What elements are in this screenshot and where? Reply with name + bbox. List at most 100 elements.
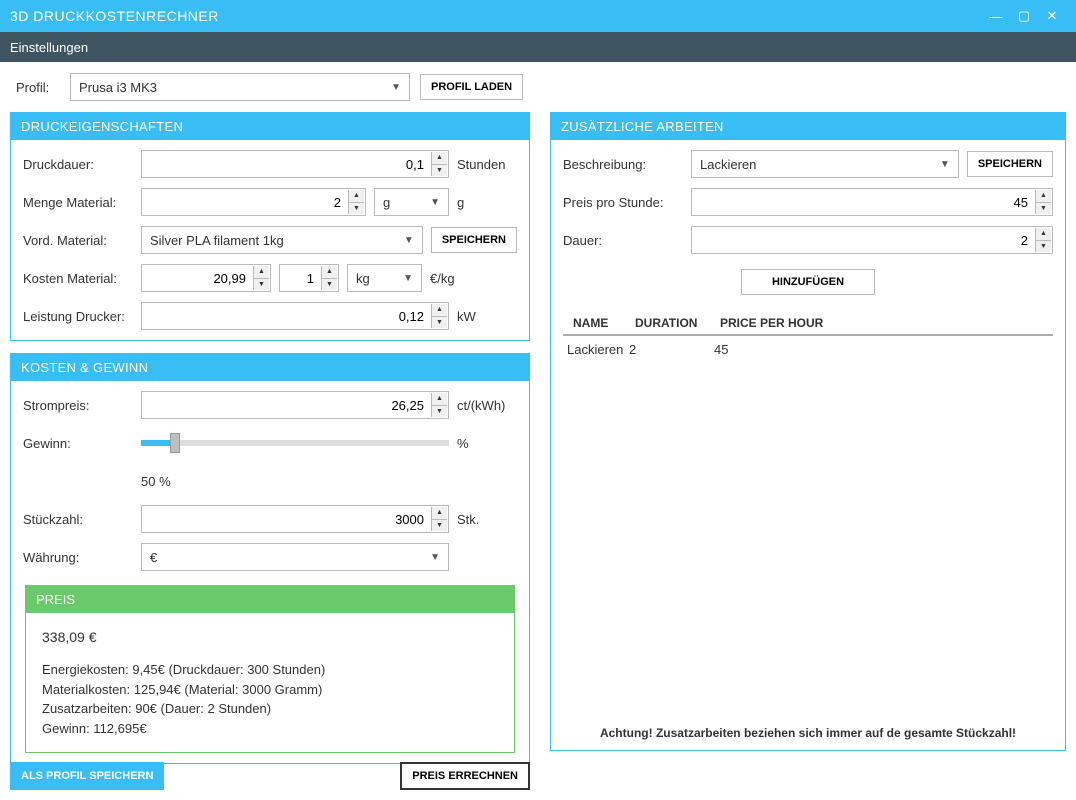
profile-select[interactable]: Prusa i3 MK3 ▼ bbox=[70, 73, 410, 101]
load-profile-button[interactable]: PROFIL LADEN bbox=[420, 74, 523, 100]
druckdauer-input[interactable]: ▲▼ bbox=[141, 150, 449, 178]
spin-down-icon[interactable]: ▼ bbox=[432, 165, 447, 177]
profile-select-value: Prusa i3 MK3 bbox=[79, 80, 157, 95]
preis-stunde-label: Preis pro Stunde: bbox=[563, 195, 683, 210]
chevron-down-icon: ▼ bbox=[404, 235, 414, 246]
price-card: PREIS 338,09 € Energiekosten: 9,45€ (Dru… bbox=[25, 585, 515, 753]
kosten-value-input[interactable]: ▲▼ bbox=[141, 264, 271, 292]
extra-table: NAME DURATION PRICE PER HOUR Lackieren 2… bbox=[563, 310, 1053, 716]
chevron-down-icon: ▼ bbox=[430, 197, 440, 208]
th-price-per-hour: PRICE PER HOUR bbox=[720, 316, 830, 330]
dauer-input[interactable]: ▲▼ bbox=[691, 226, 1053, 254]
panel-title: DRUCKEIGENSCHAFTEN bbox=[11, 113, 529, 140]
gewinn-slider[interactable] bbox=[141, 440, 449, 446]
menge-label: Menge Material: bbox=[23, 195, 133, 210]
panel-title: KOSTEN & GEWINN bbox=[11, 354, 529, 381]
spin-up-icon[interactable]: ▲ bbox=[432, 393, 447, 406]
menge-input[interactable]: ▲▼ bbox=[141, 188, 366, 216]
save-as-profile-button[interactable]: ALS PROFIL SPEICHERN bbox=[10, 762, 164, 790]
vord-material-select[interactable]: Silver PLA filament 1kg ▼ bbox=[141, 226, 423, 254]
spin-down-icon[interactable]: ▼ bbox=[254, 279, 269, 291]
strompreis-unit: ct/(kWh) bbox=[457, 398, 517, 413]
stueckzahl-unit: Stk. bbox=[457, 512, 517, 527]
warning-text: Achtung! Zusatzarbeiten beziehen sich im… bbox=[551, 716, 1065, 750]
price-line-material: Materialkosten: 125,94€ (Material: 3000 … bbox=[42, 680, 498, 700]
spin-down-icon[interactable]: ▼ bbox=[1036, 241, 1051, 253]
druckdauer-label: Druckdauer: bbox=[23, 157, 133, 172]
spin-down-icon[interactable]: ▼ bbox=[432, 406, 447, 418]
strompreis-input[interactable]: ▲▼ bbox=[141, 391, 449, 419]
panel-zusaetzliche-arbeiten: ZUSÄTZLICHE ARBEITEN Beschreibung: Lacki… bbox=[550, 112, 1066, 751]
chevron-down-icon: ▼ bbox=[430, 552, 440, 563]
maximize-button[interactable]: ▢ bbox=[1010, 2, 1038, 30]
chevron-down-icon: ▼ bbox=[403, 273, 413, 284]
beschreibung-label: Beschreibung: bbox=[563, 157, 683, 172]
spin-up-icon[interactable]: ▲ bbox=[1036, 228, 1051, 241]
spin-down-icon[interactable]: ▼ bbox=[432, 317, 447, 329]
cell-duration: 2 bbox=[629, 342, 714, 357]
minimize-button[interactable]: ― bbox=[982, 2, 1010, 30]
kosten-amount-input[interactable]: ▲▼ bbox=[279, 264, 339, 292]
calculate-price-button[interactable]: PREIS ERRECHNEN bbox=[400, 762, 530, 790]
spin-up-icon[interactable]: ▲ bbox=[1036, 190, 1051, 203]
gewinn-percent-text: 50 % bbox=[141, 474, 171, 489]
price-total: 338,09 € bbox=[42, 627, 498, 648]
chevron-down-icon: ▼ bbox=[391, 82, 401, 93]
menge-unit-select[interactable]: g ▼ bbox=[374, 188, 449, 216]
spin-down-icon[interactable]: ▼ bbox=[1036, 203, 1051, 215]
profile-row: Profil: Prusa i3 MK3 ▼ PROFIL LADEN bbox=[0, 62, 1076, 102]
leistung-label: Leistung Drucker: bbox=[23, 309, 133, 324]
kosten-unit: €/kg bbox=[430, 271, 490, 286]
kosten-unit-select[interactable]: kg ▼ bbox=[347, 264, 422, 292]
close-button[interactable]: ✕ bbox=[1038, 2, 1066, 30]
panel-kosten-gewinn: KOSTEN & GEWINN Strompreis: ▲▼ ct/(kWh) … bbox=[10, 353, 530, 764]
spin-up-icon[interactable]: ▲ bbox=[349, 190, 364, 203]
druckdauer-value[interactable] bbox=[142, 151, 430, 177]
price-line-gewinn: Gewinn: 112,695€ bbox=[42, 719, 498, 739]
menu-einstellungen[interactable]: Einstellungen bbox=[10, 40, 88, 55]
spin-up-icon[interactable]: ▲ bbox=[432, 507, 447, 520]
save-extra-button[interactable]: SPEICHERN bbox=[967, 151, 1053, 177]
price-line-energie: Energiekosten: 9,45€ (Druckdauer: 300 St… bbox=[42, 660, 498, 680]
gewinn-label: Gewinn: bbox=[23, 436, 133, 451]
add-extra-button[interactable]: HINZUFÜGEN bbox=[741, 269, 875, 295]
window-title: 3D DRUCKKOSTENRECHNER bbox=[10, 8, 982, 24]
table-row[interactable]: Lackieren 2 45 bbox=[563, 336, 1053, 361]
stueckzahl-input[interactable]: ▲▼ bbox=[141, 505, 449, 533]
stueckzahl-value[interactable] bbox=[142, 506, 430, 532]
leistung-input[interactable]: ▲▼ bbox=[141, 302, 449, 330]
spin-down-icon[interactable]: ▼ bbox=[349, 203, 364, 215]
vord-material-label: Vord. Material: bbox=[23, 233, 133, 248]
stueckzahl-label: Stückzahl: bbox=[23, 512, 133, 527]
leistung-unit: kW bbox=[457, 309, 517, 324]
spin-up-icon[interactable]: ▲ bbox=[432, 152, 447, 165]
th-name: NAME bbox=[573, 316, 635, 330]
kosten-value[interactable] bbox=[142, 265, 252, 291]
strompreis-value[interactable] bbox=[142, 392, 430, 418]
gewinn-unit: % bbox=[457, 436, 517, 451]
leistung-value[interactable] bbox=[142, 303, 430, 329]
kosten-label: Kosten Material: bbox=[23, 271, 133, 286]
menge-value[interactable] bbox=[142, 189, 347, 215]
cell-pph: 45 bbox=[714, 342, 824, 357]
th-duration: DURATION bbox=[635, 316, 720, 330]
preis-stunde-value[interactable] bbox=[692, 189, 1034, 215]
waehrung-label: Währung: bbox=[23, 550, 133, 565]
slider-thumb[interactable] bbox=[170, 433, 180, 453]
waehrung-select[interactable]: € ▼ bbox=[141, 543, 449, 571]
spin-down-icon[interactable]: ▼ bbox=[432, 520, 447, 532]
beschreibung-select[interactable]: Lackieren ▼ bbox=[691, 150, 959, 178]
kosten-amount[interactable] bbox=[280, 265, 320, 291]
spin-up-icon[interactable]: ▲ bbox=[322, 266, 337, 279]
spin-down-icon[interactable]: ▼ bbox=[322, 279, 337, 291]
profile-label: Profil: bbox=[16, 80, 60, 95]
preis-stunde-input[interactable]: ▲▼ bbox=[691, 188, 1053, 216]
spin-up-icon[interactable]: ▲ bbox=[254, 266, 269, 279]
panel-title: ZUSÄTZLICHE ARBEITEN bbox=[551, 113, 1065, 140]
spin-up-icon[interactable]: ▲ bbox=[432, 304, 447, 317]
save-material-button[interactable]: SPEICHERN bbox=[431, 227, 517, 253]
menubar: Einstellungen bbox=[0, 32, 1076, 62]
druckdauer-unit: Stunden bbox=[457, 157, 517, 172]
price-card-title: PREIS bbox=[26, 586, 514, 613]
dauer-value[interactable] bbox=[692, 227, 1034, 253]
